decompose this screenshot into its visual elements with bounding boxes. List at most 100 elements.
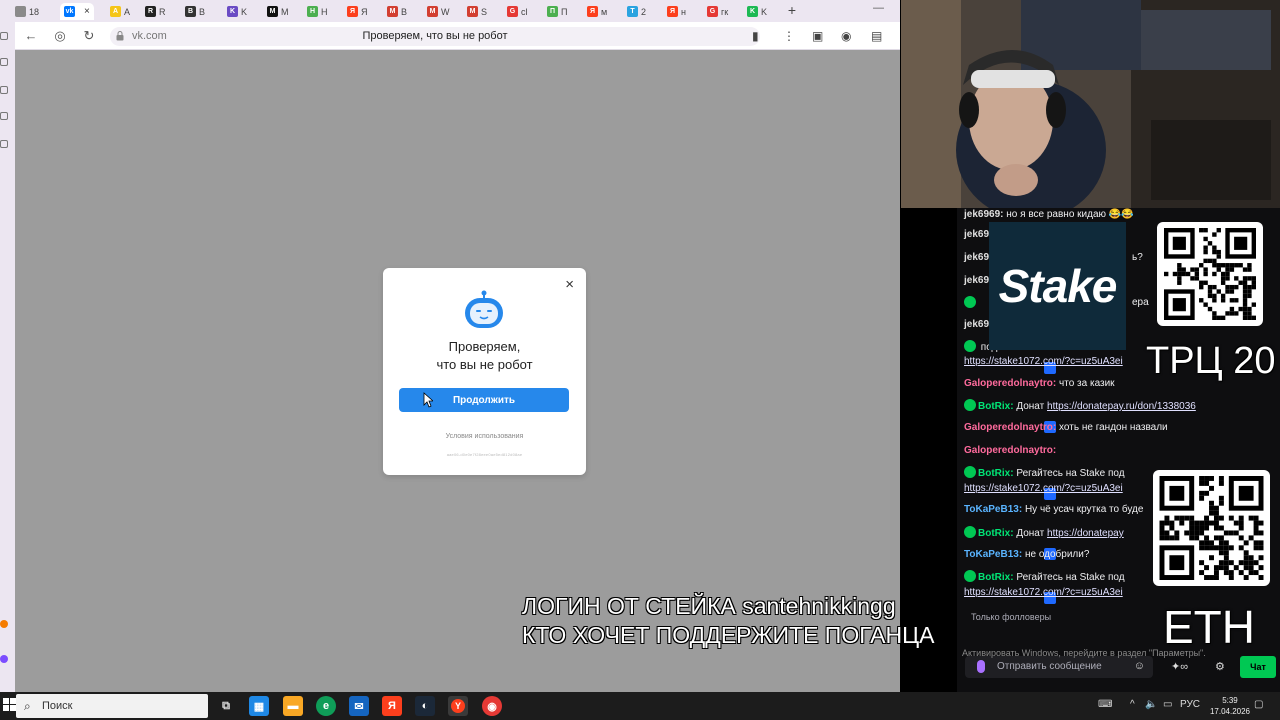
chat-message: https://stake1072.com/?c=uz5uA3ei (964, 355, 1123, 368)
browser-tab[interactable]: ПП (547, 3, 567, 20)
url-field[interactable]: vk.com Проверяем, что вы не робот (110, 27, 760, 46)
obs-icon[interactable]: ◉ (482, 696, 502, 716)
browser-tab[interactable]: MM (267, 3, 289, 20)
settings-gear-icon[interactable]: ⚙ (1215, 660, 1225, 673)
chat-link[interactable]: https://donatepay.ru/don/1338036 (1047, 401, 1196, 412)
sidebar-app-icon[interactable] (0, 620, 8, 628)
chat-link[interactable]: https://stake1072.com/?c=uz5uA3ei (964, 483, 1123, 494)
tab-favicon-icon: K (227, 6, 238, 17)
points-icon[interactable]: ✦∞ (1171, 660, 1188, 673)
tab-close-icon[interactable]: × (84, 6, 90, 17)
followers-only-notice: Только фолловеры (971, 612, 1052, 622)
sidebar-back-icon[interactable] (0, 32, 8, 40)
browser-tab[interactable]: MS (467, 3, 487, 20)
volume-icon[interactable]: 🔈 (1145, 699, 1157, 710)
chat-username[interactable]: BotRix: (978, 401, 1014, 412)
keyboard-icon[interactable]: ⌨ (1098, 699, 1112, 710)
menu-icon[interactable]: ⋮ (783, 29, 795, 43)
chat-username[interactable]: BotRix: (978, 468, 1014, 479)
layout-icon[interactable]: ▤ (871, 29, 882, 43)
browser-tab[interactable]: vk × (60, 3, 94, 20)
banner-line: ЛОГИН ОТ СТЕЙКА santehnikkingg (522, 593, 896, 619)
browser-tab[interactable]: KK (747, 3, 767, 20)
sidebar-app-icon[interactable] (0, 86, 8, 94)
sidebar-app-icon[interactable] (0, 112, 8, 120)
windows-start-icon[interactable] (3, 698, 17, 712)
sidebar-app-icon[interactable] (0, 655, 8, 663)
chat-username[interactable]: Galoperedolnaytro: (964, 445, 1056, 456)
chat-username[interactable]: Galoperedolnaytro: (964, 378, 1056, 389)
protect-icon[interactable]: ◎ (52, 28, 68, 44)
terms-link[interactable]: Условия использования (383, 433, 586, 440)
bookmark-icon[interactable]: ▮ (752, 29, 759, 43)
browser-tab[interactable]: ЯЯ (347, 3, 368, 20)
new-tab-button[interactable]: + (784, 2, 800, 18)
sidebar-app-icon[interactable] (0, 140, 8, 148)
clock[interactable]: 5:39 17.04.2026 (1210, 695, 1250, 717)
browser-tab[interactable]: MW (427, 3, 450, 20)
microphone-icon[interactable] (977, 660, 985, 673)
captcha-heading-line: Проверяем, (448, 339, 521, 354)
sidebar-app-icon[interactable] (0, 58, 8, 66)
tab-favicon-icon: A (110, 6, 121, 17)
eth-label: ETH (1163, 601, 1255, 653)
network-icon[interactable]: ▭ (1163, 699, 1172, 710)
page-title: Проверяем, что вы не робот (362, 30, 508, 42)
browser-tab[interactable]: HH (307, 3, 328, 20)
browser-tab[interactable]: 18 (15, 3, 39, 20)
chat-send-button[interactable]: Чат (1240, 656, 1276, 678)
tray-expand-icon[interactable]: ^ (1130, 699, 1135, 710)
browser-tab[interactable]: MB (387, 3, 407, 20)
task-view-icon[interactable]: ⧉ (216, 696, 236, 716)
chat-username[interactable]: ToKaPeB13: (964, 504, 1022, 515)
chat-message: ToKaPeB13: не одобрили? (964, 548, 1089, 561)
browser-tab[interactable]: Gгк (707, 3, 728, 20)
chat-input[interactable]: Отправить сообщение ☺ (965, 656, 1153, 678)
tab-label: S (481, 6, 488, 17)
qr-code-eth (1153, 470, 1270, 586)
chat-link[interactable]: https://stake1072.com/?c=uz5uA3ei (964, 356, 1123, 367)
close-icon[interactable]: × (565, 277, 574, 292)
chat-username[interactable]: BotRix: (978, 572, 1014, 583)
reload-icon[interactable]: ↻ (81, 28, 97, 44)
extension-icon[interactable]: ▣ (812, 29, 823, 43)
browser-tab[interactable]: AA (110, 3, 130, 20)
browser-tab[interactable]: BB (185, 3, 205, 20)
chat-text: Регайтесь на Stake под (1013, 572, 1125, 583)
clock-date: 17.04.2026 (1209, 707, 1250, 716)
chat-username[interactable]: jek6969: (964, 209, 1003, 220)
chat-username[interactable]: BotRix: (978, 528, 1014, 539)
emoji-icon[interactable]: ☺ (1134, 660, 1145, 672)
browser-tab[interactable]: Ям (587, 3, 607, 20)
mail-icon[interactable]: ✉ (349, 696, 369, 716)
back-icon[interactable]: ← (23, 28, 39, 43)
file-explorer-icon[interactable]: ▬ (283, 696, 303, 716)
tab-favicon-icon: G (707, 6, 718, 17)
chat-link[interactable]: https://stake1072.com/?c=uz5uA3ei (964, 587, 1123, 598)
browser-tab[interactable]: KK (227, 3, 247, 20)
taskbar-search[interactable]: ⌕ Поиск (16, 694, 208, 718)
steam-icon[interactable]: ◐ (415, 696, 435, 716)
yandex-icon[interactable]: Я (382, 696, 402, 716)
yandex-browser-icon[interactable]: Y (448, 696, 468, 716)
language-indicator[interactable]: РУС (1180, 699, 1200, 710)
minimize-icon[interactable]: — (873, 2, 884, 14)
browser-tab[interactable]: RR (145, 3, 166, 20)
notifications-icon[interactable]: ▢ (1254, 699, 1263, 710)
chat-message: https://stake1072.com/?c=uz5uA3ei (964, 586, 1123, 599)
vk-extension-icon[interactable]: ◉ (841, 29, 851, 43)
edge-icon[interactable]: e (316, 696, 336, 716)
stream-banner: ЛОГИН ОТ СТЕЙКА santehnikkingg КТО ХОЧЕТ… (522, 592, 934, 650)
browser-tab[interactable]: Gcl (507, 3, 528, 20)
browser-tab[interactable]: Ян (667, 3, 686, 20)
tab-favicon-icon: T (627, 6, 638, 17)
chat-link[interactable]: https://donatepay (1047, 528, 1124, 539)
chat-text: Регайтесь на Stake под (1013, 468, 1125, 479)
store-icon[interactable]: ▦ (249, 696, 269, 716)
chat-username[interactable]: ToKaPeB13: (964, 549, 1022, 560)
chat-username[interactable]: Galoperedolnaytro: (964, 422, 1056, 433)
tab-favicon-icon: M (467, 6, 478, 17)
qr-code-icon (1159, 476, 1264, 580)
browser-tab[interactable]: T2 (627, 3, 646, 20)
tab-favicon-icon: П (547, 6, 558, 17)
